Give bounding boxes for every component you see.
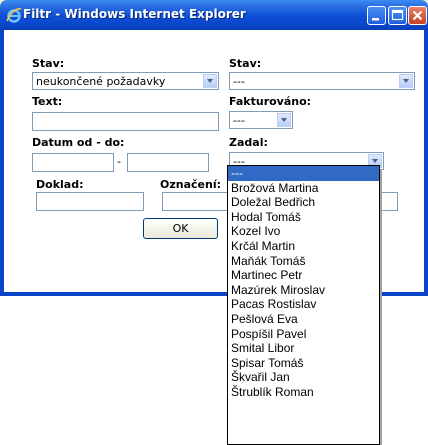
dropdown-option[interactable]: Krčál Martin [228,239,379,254]
datum-separator: - [117,155,121,168]
minimize-icon [372,18,379,21]
dropdown-option[interactable]: Hodal Tomáš [228,210,379,225]
dropdown-option[interactable]: Brožová Martina [228,181,379,196]
datum-from-input[interactable] [32,153,114,172]
doklad-input[interactable] [36,192,144,211]
text-input[interactable] [32,112,219,131]
window-title: Filtr - Windows Internet Explorer [23,7,246,21]
fakturovano-select-value: --- [233,114,245,127]
stav-label: Stav: [32,57,65,70]
zadal-dropdown-list[interactable]: --- Brožová Martina Doležal Bedřich Hodal T… [227,165,380,445]
chevron-down-icon[interactable] [399,74,413,88]
dropdown-option[interactable]: Kozel Ivo [228,224,379,239]
stav-2-select[interactable]: --- [229,72,415,90]
stav-select[interactable]: neukončené požadavky [32,72,219,90]
minimize-button[interactable] [367,6,386,25]
close-icon [412,10,423,21]
internet-explorer-icon [6,8,22,23]
fakturovano-label: Fakturováno: [229,95,312,108]
window-border-right [424,30,428,296]
doklad-label: Doklad: [36,178,84,191]
dropdown-option[interactable]: Pospíšil Pavel [228,327,379,342]
dropdown-option[interactable]: Mazúrek Miroslav [228,283,379,298]
chevron-down-icon[interactable] [277,113,291,127]
dropdown-option[interactable]: Smital Libor [228,341,379,356]
datum-label: Datum od - do: [32,136,125,149]
ok-button[interactable]: OK [143,218,218,239]
maximize-icon [391,9,404,21]
dropdown-option[interactable]: Štrublík Roman [228,385,379,400]
dropdown-option[interactable]: Pacas Rostislav [228,297,379,312]
title-bar[interactable]: Filtr - Windows Internet Explorer [0,0,428,30]
dropdown-option[interactable]: Spisar Tomáš [228,356,379,371]
stav-2-select-value: --- [233,75,245,88]
fakturovano-select[interactable]: --- [229,111,293,129]
chevron-down-icon[interactable] [203,74,217,88]
dropdown-shadow [380,170,382,445]
dropdown-option[interactable]: --- [228,166,379,181]
zadal-label: Zadal: [229,136,268,149]
stav-2-label: Stav: [229,57,262,70]
close-button[interactable] [408,6,427,25]
stav-select-value: neukončené požadavky [36,75,166,88]
dropdown-option[interactable]: Martinec Petr [228,268,379,283]
maximize-button[interactable] [388,6,407,25]
dropdown-option[interactable]: Maňák Tomáš [228,254,379,269]
dropdown-option[interactable]: Škvařil Jan [228,370,379,385]
dropdown-option[interactable]: Doležal Bedřich [228,195,379,210]
dropdown-option[interactable]: Pešlová Eva [228,312,379,327]
text-label: Text: [32,95,63,108]
oznaceni-label: Označení: [160,178,221,191]
datum-to-input[interactable] [127,153,209,172]
